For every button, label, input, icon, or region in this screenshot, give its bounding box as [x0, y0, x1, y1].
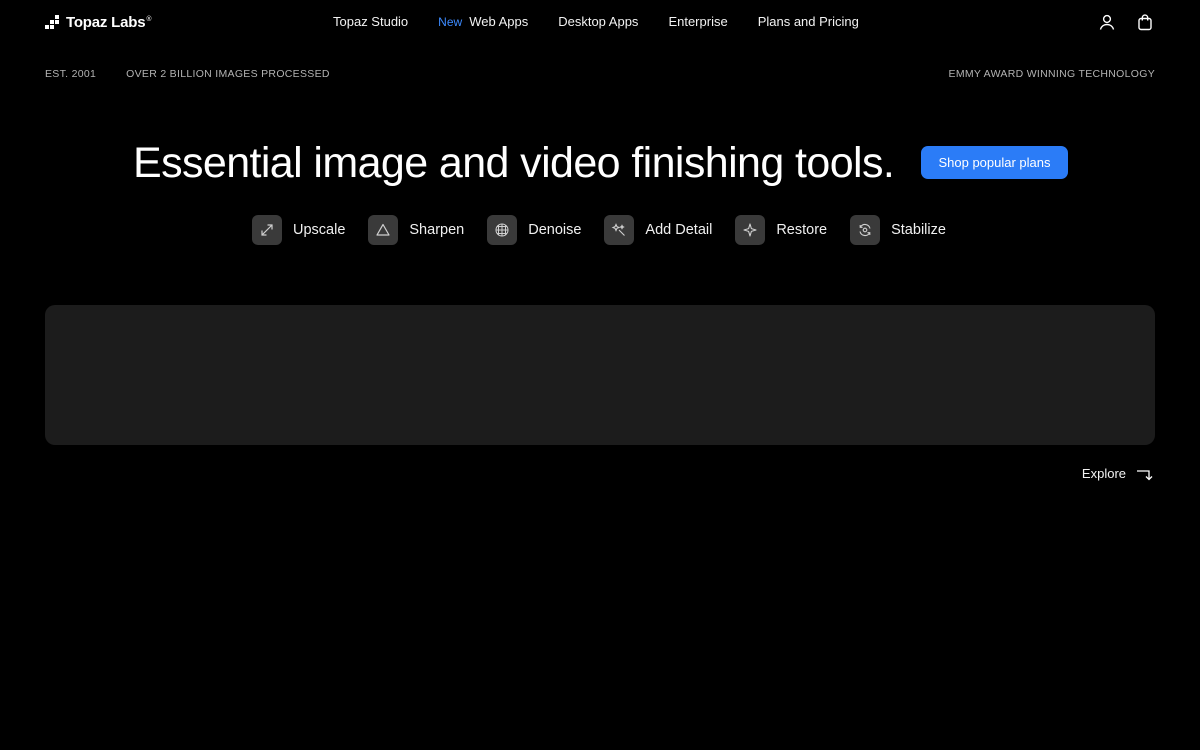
header-actions: [1098, 13, 1154, 31]
nav-item-label: Topaz Studio: [333, 14, 409, 29]
feature-restore[interactable]: Restore: [735, 215, 827, 245]
feature-label: Add Detail: [645, 222, 713, 238]
feature-sharpen[interactable]: Sharpen: [368, 215, 464, 245]
nav-item-topaz-studio[interactable]: Topaz Studio: [333, 14, 408, 29]
site-header: Topaz Labs® Topaz Studio New Web Apps De…: [0, 0, 1200, 44]
stabilize-icon: [850, 215, 881, 245]
upscale-arrows-icon: [252, 215, 282, 245]
images-processed-text: OVER 2 BILLION IMAGES PROCESSED: [126, 68, 330, 80]
feature-add-detail[interactable]: Add Detail: [604, 215, 712, 245]
info-strip: EST. 2001 OVER 2 BILLION IMAGES PROCESSE…: [45, 68, 1155, 80]
award-text: EMMY AWARD WINNING TECHNOLOGY: [948, 68, 1155, 80]
shopping-bag-icon[interactable]: [1136, 13, 1154, 31]
shop-popular-plans-button[interactable]: Shop popular plans: [921, 146, 1068, 179]
sparkle-wand-icon: [604, 215, 635, 245]
sparkle-icon: [735, 215, 766, 245]
feature-label: Sharpen: [409, 222, 465, 238]
topaz-logo-icon: [45, 15, 59, 29]
nav-item-desktop-apps[interactable]: Desktop Apps: [558, 14, 638, 29]
page: Topaz Labs® Topaz Studio New Web Apps De…: [0, 0, 1200, 750]
feature-label: Denoise: [528, 222, 582, 238]
brand-registered-mark: ®: [146, 15, 152, 23]
grain-globe-icon: [487, 215, 518, 245]
nav-item-plans-and-pricing[interactable]: Plans and Pricing: [758, 14, 859, 29]
arrow-down-right-icon: [1137, 469, 1153, 480]
explore-label: Explore: [1081, 466, 1126, 481]
feature-label: Stabilize: [891, 222, 946, 238]
media-panel: [45, 305, 1155, 445]
feature-label: Upscale: [293, 222, 346, 238]
established-text: EST. 2001: [45, 68, 97, 80]
nav-item-label: Enterprise: [668, 14, 728, 29]
triangle-icon: [368, 215, 399, 245]
feature-denoise[interactable]: Denoise: [487, 215, 581, 245]
info-left: EST. 2001 OVER 2 BILLION IMAGES PROCESSE…: [45, 68, 330, 80]
nav-item-label: Desktop Apps: [558, 14, 639, 29]
new-badge: New: [438, 14, 463, 29]
feature-label: Restore: [776, 222, 828, 238]
main-nav: Topaz Studio New Web Apps Desktop Apps E…: [333, 14, 859, 29]
nav-item-label: Web Apps: [469, 14, 529, 29]
hero-title: Essential image and video finishing tool…: [133, 139, 895, 187]
nav-item-web-apps[interactable]: New Web Apps: [438, 14, 528, 29]
brand-logo[interactable]: Topaz Labs®: [45, 13, 152, 31]
feature-upscale[interactable]: Upscale: [252, 215, 345, 245]
nav-item-enterprise[interactable]: Enterprise: [668, 14, 727, 29]
user-icon[interactable]: [1098, 13, 1116, 31]
feature-stabilize[interactable]: Stabilize: [850, 215, 946, 245]
feature-list: Upscale Sharpen Denoise Add Detail Resto…: [252, 215, 946, 245]
nav-item-label: Plans and Pricing: [757, 14, 859, 29]
brand-name: Topaz Labs®: [66, 13, 152, 31]
explore-link[interactable]: Explore: [1082, 466, 1154, 481]
